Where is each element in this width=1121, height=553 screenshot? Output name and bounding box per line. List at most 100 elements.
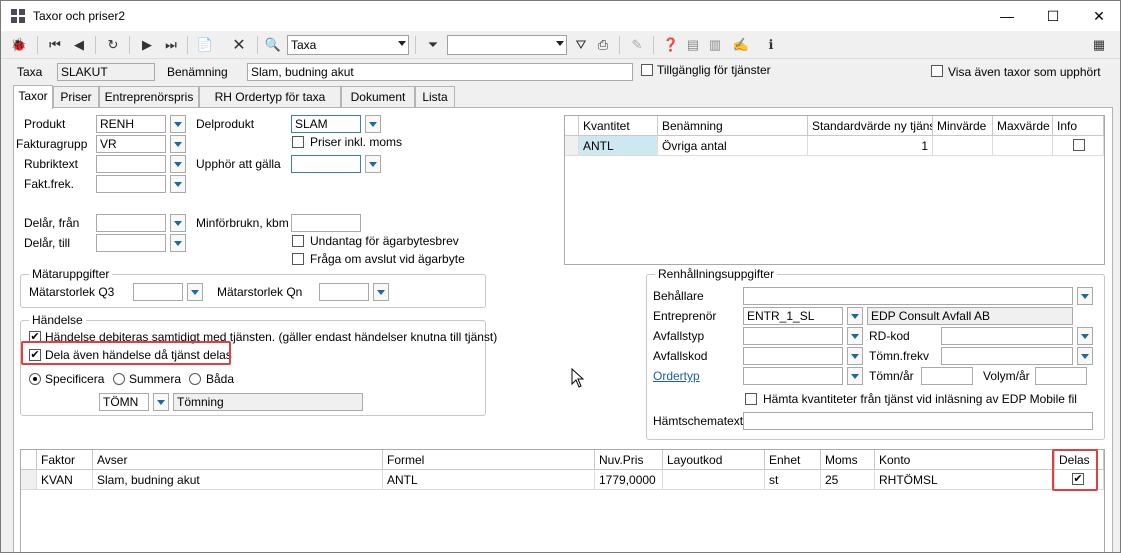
avfallskod-dropdown[interactable] xyxy=(847,347,863,365)
table-cell-konto[interactable]: RHTÖMSL xyxy=(875,470,1055,490)
tab-dokument[interactable]: Dokument xyxy=(341,86,415,108)
help-icon[interactable]: ❓ xyxy=(661,35,681,55)
tab-rh-ordertyp[interactable]: RH Ordertyp för taxa xyxy=(199,86,341,108)
benamning-field[interactable]: Slam, budning akut xyxy=(247,63,633,81)
handelse-code-field[interactable]: TÖMN xyxy=(99,393,149,411)
tab-entreprenorspris[interactable]: Entreprenörspris xyxy=(99,86,199,108)
taxa-field[interactable]: SLAKUT xyxy=(57,63,155,81)
specificera-radio[interactable] xyxy=(29,373,41,385)
delar-fran-dropdown[interactable] xyxy=(170,214,186,232)
behallare-dropdown[interactable] xyxy=(1077,287,1093,305)
tillganglig-checkbox[interactable] xyxy=(641,64,653,76)
row-selector[interactable] xyxy=(21,470,37,490)
table-cell-minvarde[interactable] xyxy=(933,136,993,156)
delar-fran-field[interactable] xyxy=(96,214,166,232)
first-record-icon[interactable]: ⏮ xyxy=(45,35,65,55)
hamta-checkbox[interactable] xyxy=(745,393,757,405)
delar-till-dropdown[interactable] xyxy=(170,234,186,252)
priser-inkl-checkbox[interactable] xyxy=(292,136,304,148)
prev-record-icon[interactable]: ◀ xyxy=(69,35,89,55)
standardvarde-header[interactable]: Standardvärde ny tjänst xyxy=(808,116,933,136)
qn-dropdown[interactable] xyxy=(373,283,389,301)
minforbrukn-field[interactable] xyxy=(291,214,361,232)
close-button[interactable]: ✕ xyxy=(1076,1,1120,31)
filter-icon[interactable]: ⏷ xyxy=(423,35,443,55)
table-cell-layoutkod[interactable] xyxy=(663,470,765,490)
table-cell-standardvarde[interactable]: 1 xyxy=(808,136,933,156)
bug-icon[interactable]: 🐞 xyxy=(9,35,29,55)
benamning-header[interactable]: Benämning xyxy=(658,116,808,136)
tomnfrekv-dropdown[interactable] xyxy=(1077,347,1093,365)
entreprenor-dropdown[interactable] xyxy=(847,307,863,325)
formel-header[interactable]: Formel xyxy=(383,450,595,470)
avfallstyp-dropdown[interactable] xyxy=(847,327,863,345)
entreprenor-field[interactable]: ENTR_1_SL xyxy=(743,307,843,325)
delete-icon[interactable]: ✕ xyxy=(229,35,249,55)
ordertyp-field[interactable] xyxy=(743,367,843,385)
table-cell-maxvarde[interactable] xyxy=(993,136,1053,156)
konto-header[interactable]: Konto xyxy=(875,450,1055,470)
new-document-icon[interactable]: 📄 xyxy=(195,35,215,55)
produkt-dropdown[interactable] xyxy=(170,115,186,133)
delar-till-field[interactable] xyxy=(96,234,166,252)
handelse-code-dropdown[interactable] xyxy=(153,393,169,411)
minvarde-header[interactable]: Minvärde xyxy=(933,116,993,136)
maxvarde-header[interactable]: Maxvärde xyxy=(993,116,1053,136)
last-record-icon[interactable]: ⏭ xyxy=(161,35,181,55)
moms-header[interactable]: Moms xyxy=(821,450,875,470)
maximize-button[interactable]: ☐ xyxy=(1030,1,1076,31)
visa-upphort-checkbox[interactable] xyxy=(931,65,943,77)
q3-dropdown[interactable] xyxy=(187,283,203,301)
rubriktext-dropdown[interactable] xyxy=(170,155,186,173)
summera-radio[interactable] xyxy=(113,373,125,385)
q3-field[interactable] xyxy=(133,283,183,301)
rubriktext-field[interactable] xyxy=(96,155,166,173)
tomnar-field[interactable] xyxy=(921,367,973,385)
fakturagrupp-dropdown[interactable] xyxy=(170,135,186,153)
info-checkbox[interactable] xyxy=(1073,139,1085,151)
fakturagrupp-field[interactable]: VR xyxy=(96,135,166,153)
table-cell-benamning[interactable]: Övriga antal xyxy=(658,136,808,156)
ordertyp-link[interactable]: Ordertyp xyxy=(653,369,700,383)
fraga-checkbox[interactable] xyxy=(292,253,304,265)
table-cell-faktor[interactable]: KVAN xyxy=(37,470,93,490)
delprodukt-field[interactable]: SLAM xyxy=(291,115,361,133)
table-cell-nuv-pris[interactable]: 1779,0000 xyxy=(595,470,663,490)
search-icon[interactable]: 🔍 xyxy=(263,35,283,55)
nuv-pris-header[interactable]: Nuv.Pris xyxy=(595,450,663,470)
table-cell-enhet[interactable]: st xyxy=(765,470,821,490)
avfallskod-field[interactable] xyxy=(743,347,843,365)
refresh-icon[interactable]: ↻ xyxy=(103,35,123,55)
behallare-field[interactable] xyxy=(743,287,1073,305)
upphor-dropdown[interactable] xyxy=(365,155,381,173)
table-cell-info[interactable] xyxy=(1053,136,1104,156)
faktfrek-field[interactable] xyxy=(96,175,166,193)
volymar-field[interactable] xyxy=(1035,367,1087,385)
row-selector[interactable] xyxy=(565,136,579,156)
tab-taxor[interactable]: Taxor xyxy=(13,85,53,109)
kvantitet-header[interactable]: Kvantitet xyxy=(579,116,658,136)
produkt-field[interactable]: RENH xyxy=(96,115,166,133)
next-record-icon[interactable]: ▶ xyxy=(137,35,157,55)
faktor-header[interactable]: Faktor xyxy=(37,450,93,470)
tomnfrekv-field[interactable] xyxy=(941,347,1073,365)
rdkod-field[interactable] xyxy=(941,327,1073,345)
layoutkod-header[interactable]: Layoutkod xyxy=(663,450,765,470)
undantag-checkbox[interactable] xyxy=(292,235,304,247)
filter-combo[interactable] xyxy=(447,35,567,55)
table-cell-avser[interactable]: Slam, budning akut xyxy=(93,470,383,490)
print-icon[interactable]: ⎙ xyxy=(593,35,613,55)
avfallstyp-field[interactable] xyxy=(743,327,843,345)
enhet-header[interactable]: Enhet xyxy=(765,450,821,470)
bada-radio[interactable] xyxy=(189,373,201,385)
upphor-field[interactable] xyxy=(291,155,361,173)
qn-field[interactable] xyxy=(319,283,369,301)
minimize-button[interactable]: — xyxy=(984,1,1030,31)
table-cell-formel[interactable]: ANTL xyxy=(383,470,595,490)
tab-priser[interactable]: Priser xyxy=(53,86,99,108)
clear-filter-icon[interactable]: ⛛ xyxy=(571,35,591,55)
info-header[interactable]: Info xyxy=(1053,116,1104,136)
search-field-combo[interactable]: Taxa xyxy=(287,35,409,55)
delprodukt-dropdown[interactable] xyxy=(365,115,381,133)
ordertyp-dropdown[interactable] xyxy=(847,367,863,385)
